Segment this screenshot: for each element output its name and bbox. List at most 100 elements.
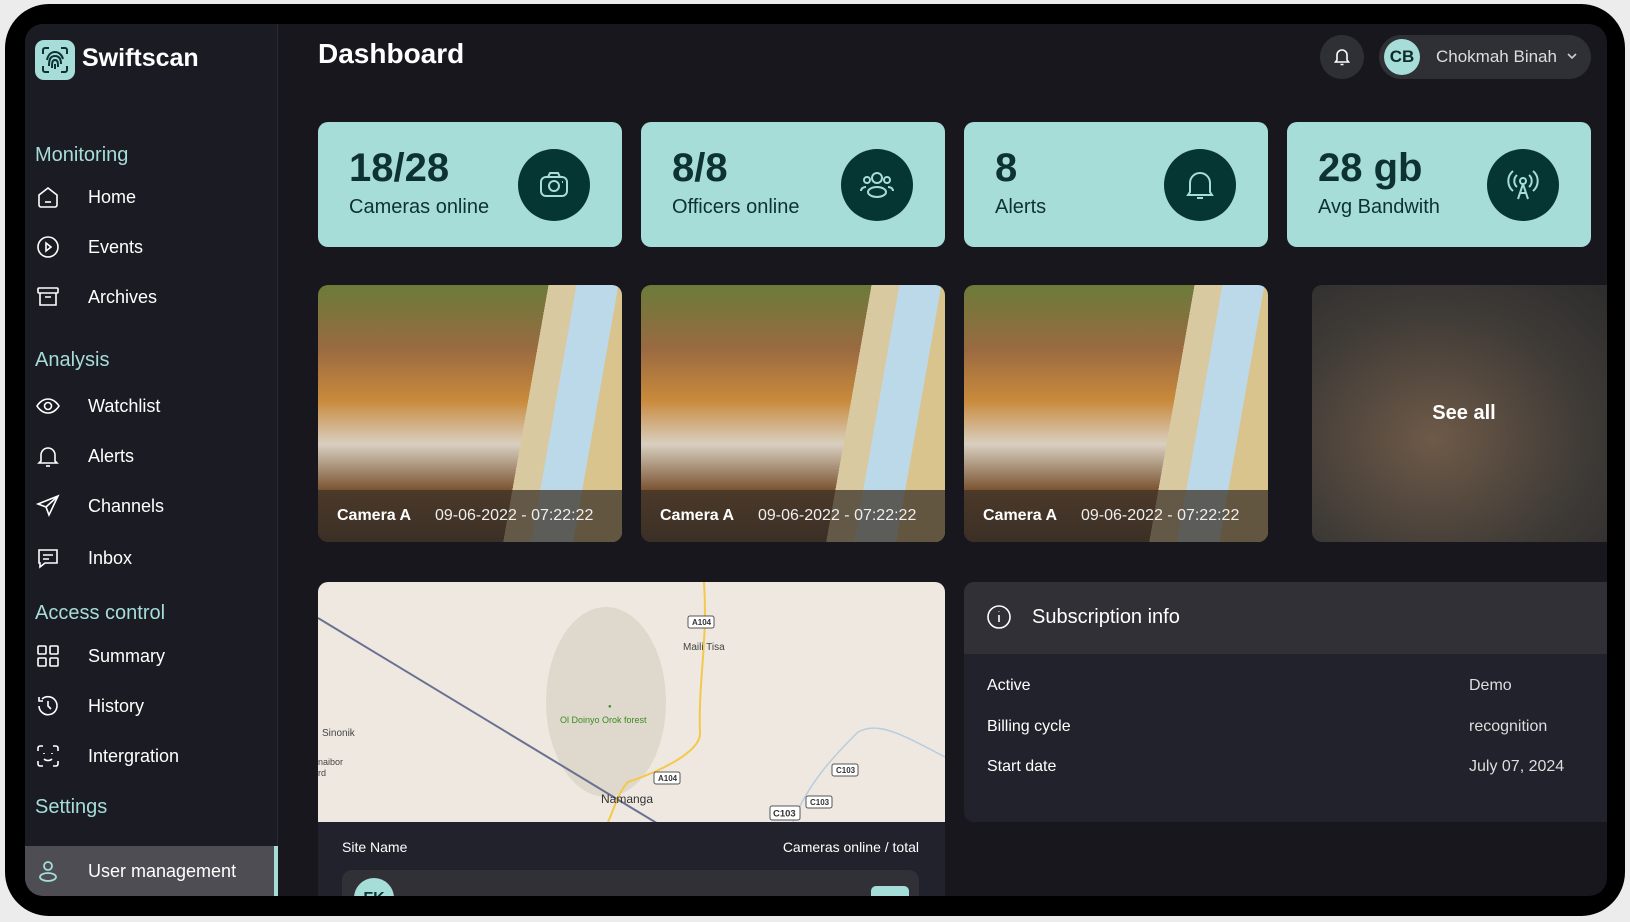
sidebar-item-channels[interactable]: Channels (25, 486, 278, 526)
stat-value: 8/8 (672, 146, 728, 190)
map-label: naibor (318, 757, 343, 767)
sidebar-item-label: Channels (88, 495, 165, 516)
camera-tile[interactable]: Camera A 09-06-2022 - 07:22:22 (964, 285, 1268, 542)
users-icon (841, 149, 913, 221)
app-window: Swiftscan Monitoring Home Events Archive… (25, 24, 1607, 896)
site-avatar: FK (354, 878, 394, 896)
subscription-key: Start date (987, 758, 1057, 775)
section-settings: Settings (35, 796, 108, 818)
grid-icon (37, 645, 59, 667)
sidebar-item-alerts[interactable]: Alerts (25, 436, 278, 476)
subscription-info-panel: Subscription info Active Demo Billing cy… (964, 582, 1607, 822)
site-map[interactable]: A104 A104 C103 C103 C103 Maili Tisa ● Ol… (318, 582, 945, 822)
camera-icon (518, 149, 590, 221)
sidebar-item-label: Alerts (88, 445, 135, 466)
user-menu[interactable]: CB Chokmah Binah (1379, 35, 1591, 79)
sidebar-item-inbox[interactable]: Inbox (25, 538, 278, 578)
cameras-count-badge (871, 886, 909, 896)
history-icon (38, 695, 58, 716)
stat-card-officers[interactable]: 8/8 Officers online (641, 122, 945, 247)
face-scan-icon (37, 745, 59, 767)
map-label: Maili Tisa (683, 642, 725, 653)
subscription-value: Demo (1469, 677, 1512, 694)
map-label: A104 (692, 618, 712, 627)
info-icon (987, 605, 1011, 629)
sidebar-item-label: History (88, 695, 145, 716)
section-access-control: Access control (35, 602, 166, 624)
sidebar-item-label: Watchlist (88, 395, 161, 416)
map-label: C103 (773, 809, 796, 820)
notifications-button[interactable] (1320, 35, 1364, 79)
page-title: Dashboard (318, 38, 465, 69)
user-icon (39, 861, 57, 882)
sidebar-item-label: User management (88, 860, 237, 881)
stat-label: Alerts (995, 196, 1047, 218)
home-icon (38, 186, 58, 208)
user-name: Chokmah Binah (1436, 47, 1557, 66)
stat-card-bandwidth[interactable]: 28 gb Avg Bandwith (1287, 122, 1591, 247)
play-circle-icon (37, 236, 59, 258)
camera-tile[interactable]: Camera A 09-06-2022 - 07:22:22 (318, 285, 622, 542)
sidebar-item-label: Home (88, 186, 137, 207)
tree-icon: ● (608, 704, 612, 710)
sites-table: Site Name Cameras online / total FK (318, 822, 945, 896)
map-label: C103 (836, 766, 856, 775)
bell-icon (37, 447, 59, 467)
fingerprint-logo-icon (35, 40, 75, 80)
table-row[interactable]: FK (342, 870, 919, 896)
sidebar-item-label: Archives (88, 286, 158, 307)
archive-icon (37, 287, 59, 306)
sidebar-item-archives[interactable]: Archives (25, 277, 278, 317)
camera-timestamp: 09-06-2022 - 07:22:22 (758, 507, 917, 524)
brand-name: Swiftscan (82, 44, 199, 72)
sidebar-item-label: Intergration (88, 745, 180, 766)
camera-name: Camera A (660, 507, 735, 524)
sidebar-item-events[interactable]: Events (25, 227, 278, 267)
sidebar-item-summary[interactable]: Summary (25, 636, 278, 676)
subscription-value: recognition (1469, 718, 1548, 735)
sidebar-item-intergration[interactable]: Intergration (25, 736, 278, 776)
stat-value: 28 gb (1318, 146, 1423, 190)
map-label: A104 (658, 774, 678, 783)
main-content: Dashboard CB Chokmah Binah 18/28 Cameras… (278, 24, 1607, 896)
stat-card-alerts[interactable]: 8 Alerts (964, 122, 1268, 247)
column-header-cameras: Cameras online / total (782, 839, 919, 855)
stat-label: Officers online (672, 196, 800, 218)
camera-name: Camera A (983, 507, 1058, 524)
site-initials: FK (354, 878, 394, 896)
map-label: C103 (810, 798, 830, 807)
sidebar-item-home[interactable]: Home (25, 177, 278, 217)
camera-timestamp: 09-06-2022 - 07:22:22 (435, 507, 594, 524)
stat-label: Avg Bandwith (1318, 196, 1440, 218)
send-icon (35, 494, 60, 518)
subscription-key: Active (987, 677, 1031, 694)
subscription-value: July 07, 2024 (1469, 758, 1565, 775)
sidebar-item-user-management[interactable]: User management (25, 846, 278, 896)
section-monitoring: Monitoring (35, 144, 129, 166)
stat-value: 8 (995, 146, 1018, 190)
bell-icon (1334, 49, 1350, 66)
eye-icon (36, 398, 60, 414)
sidebar: Swiftscan Monitoring Home Events Archive… (25, 24, 278, 896)
camera-tile[interactable]: Camera A 09-06-2022 - 07:22:22 (641, 285, 945, 542)
panel-title: Subscription info (1032, 606, 1180, 628)
camera-timestamp: 09-06-2022 - 07:22:22 (1081, 507, 1240, 524)
sidebar-item-watchlist[interactable]: Watchlist (25, 386, 278, 426)
camera-name: Camera A (337, 507, 412, 524)
sidebar-item-history[interactable]: History (25, 686, 278, 726)
map-label: rd (318, 768, 326, 778)
sidebar-item-label: Summary (88, 645, 166, 666)
see-all-cameras-button[interactable]: See all (1312, 285, 1607, 542)
bell-icon (1164, 149, 1236, 221)
message-icon (38, 549, 58, 569)
avatar: CB (1384, 39, 1420, 75)
stat-card-cameras[interactable]: 18/28 Cameras online (318, 122, 622, 247)
sidebar-item-label: Inbox (88, 547, 133, 568)
stat-value: 18/28 (349, 146, 450, 190)
map-label: Ol Doinyo Orok forest (560, 715, 647, 725)
stat-label: Cameras online (349, 196, 490, 218)
column-header-site-name: Site Name (342, 839, 408, 855)
map-label: Namanga (601, 792, 653, 806)
antenna-icon (1487, 149, 1559, 221)
chevron-down-icon (1567, 53, 1577, 60)
